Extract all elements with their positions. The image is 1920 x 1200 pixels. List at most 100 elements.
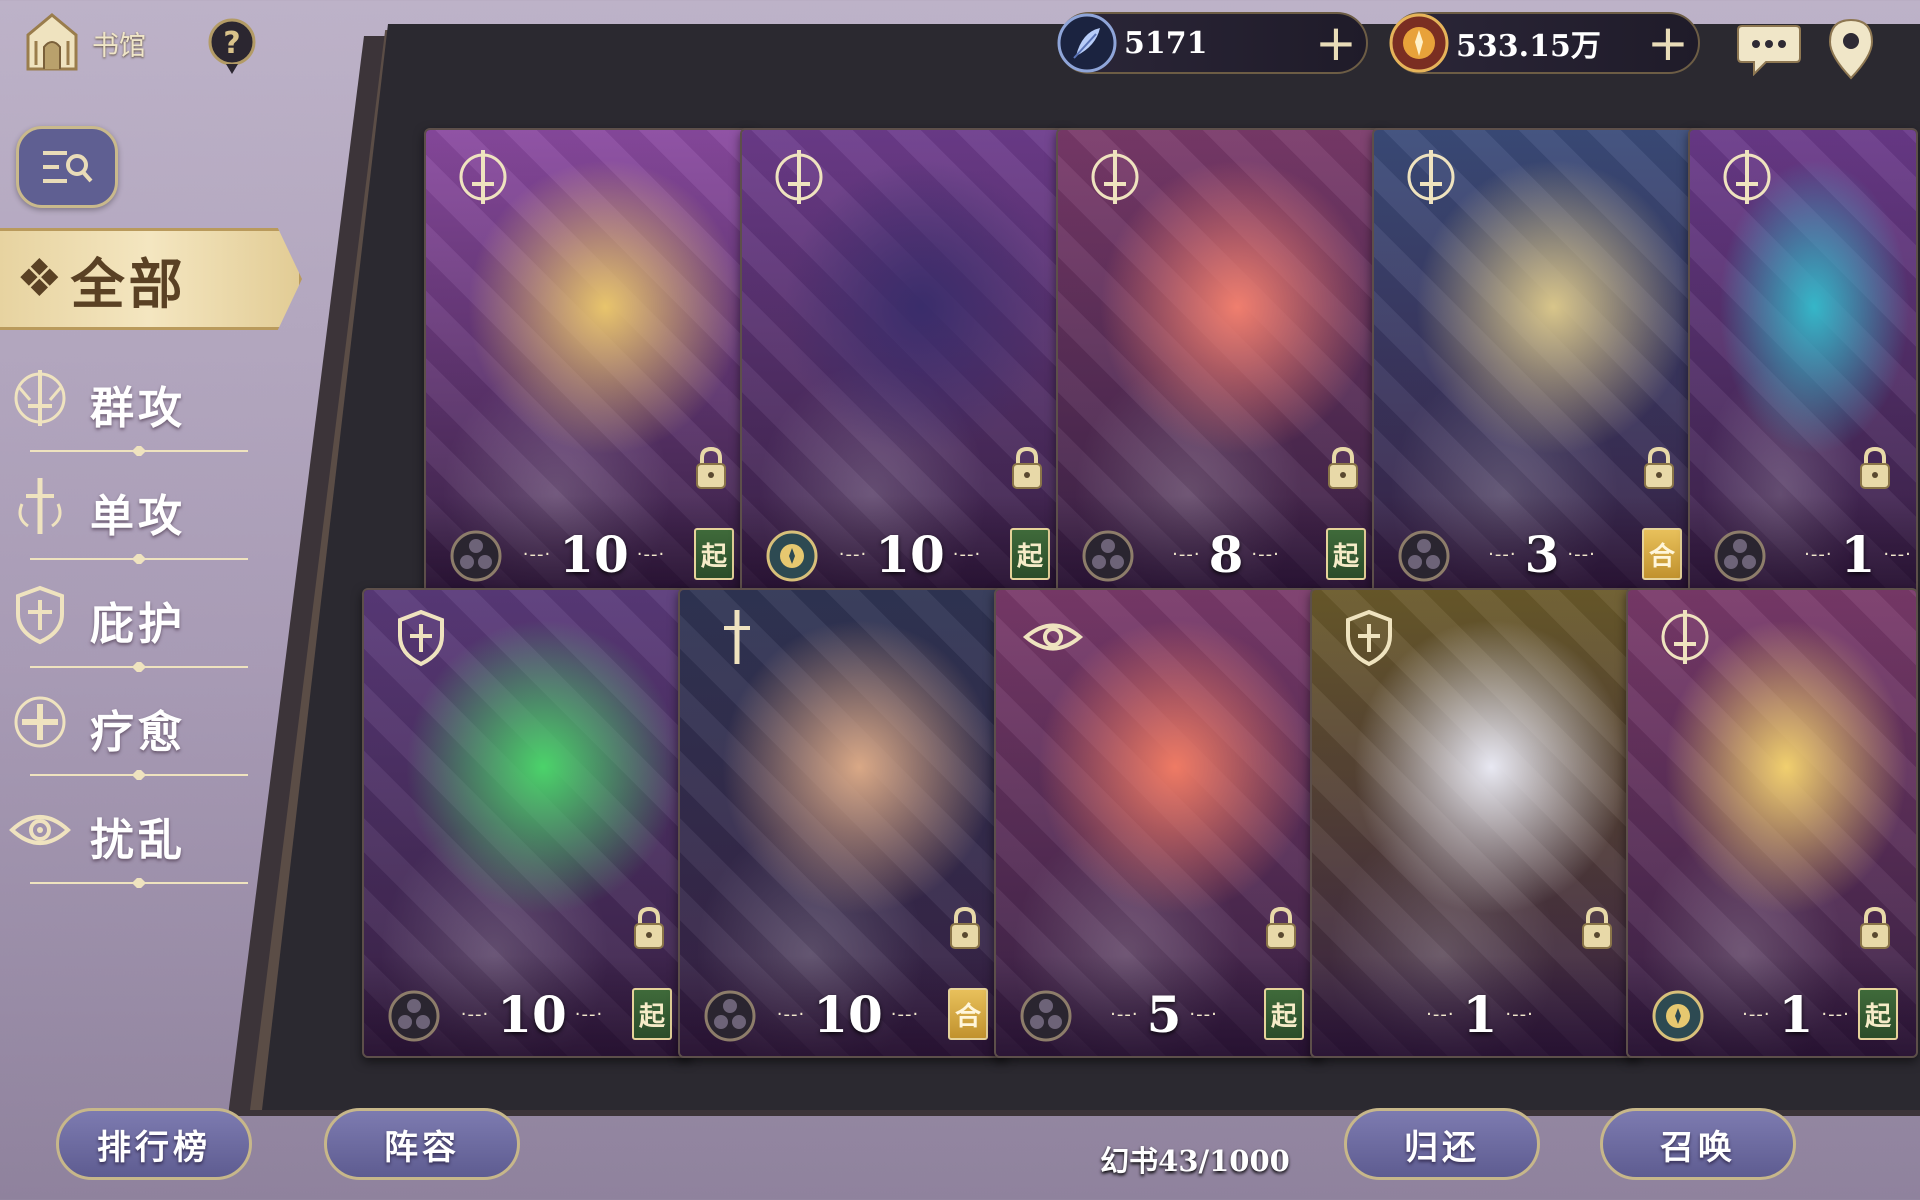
lock-icon — [634, 906, 664, 949]
sword-emblem-icon — [14, 370, 66, 426]
hero-card[interactable]: ·‐‐· 10 ·‐‐· 合 — [678, 588, 1008, 1058]
star-count: ·‐‐· 10 ·‐‐· — [506, 522, 682, 586]
dots-right: ·‐‐· — [574, 1003, 604, 1025]
dots-left: ·‐‐· — [838, 543, 868, 565]
hero-card[interactable]: ·‐‐· 1 ·‐‐· 起 — [1626, 588, 1918, 1058]
dots-right: ·‐‐· — [1821, 1003, 1850, 1025]
home-button[interactable]: 书馆 — [22, 8, 162, 78]
dots-right: ·‐‐· — [1505, 1003, 1534, 1025]
hero-card[interactable]: ·‐‐· 10 ·‐‐· 起 — [424, 128, 754, 598]
divider — [30, 878, 248, 888]
rank-badge: 起 — [632, 988, 672, 1040]
heal-cross-icon — [14, 696, 66, 748]
filter-shield[interactable]: 庇护 — [8, 576, 248, 676]
hero-card[interactable]: ·‐‐· 10 ·‐‐· 起 — [740, 128, 1070, 598]
gold-amount: 533.15万 — [1456, 29, 1601, 64]
currency-gold: 533.15万 + — [1389, 12, 1700, 74]
svg-text:?: ? — [223, 26, 240, 61]
return-button[interactable]: 归还 — [1344, 1108, 1540, 1180]
tri-orb-icon — [704, 990, 756, 1042]
sword-emblem-icon — [1723, 150, 1771, 204]
lock-icon — [1266, 906, 1296, 949]
star-count-value: 10 — [497, 984, 567, 1044]
gold-coin-icon — [1389, 13, 1449, 73]
hero-card[interactable]: ·‐‐· 1 ·‐‐· — [1310, 588, 1640, 1058]
rank-badge: 合 — [948, 988, 988, 1040]
map-pin-icon[interactable] — [1826, 16, 1876, 82]
hero-card[interactable]: ·‐‐· 8 ·‐‐· 起 — [1056, 128, 1386, 598]
dots-right: ·‐‐· — [952, 543, 982, 565]
currency-crystal: 5171 + — [1057, 12, 1368, 74]
lock-icon — [1860, 906, 1890, 949]
eye-emblem-icon — [9, 815, 71, 845]
shield-emblem-icon — [398, 609, 444, 667]
sword-emblem-icon — [1407, 150, 1455, 204]
hero-card[interactable]: ·‐‐· 1 ·‐‐· — [1688, 128, 1918, 598]
eye-emblem-icon — [1022, 623, 1084, 651]
star-count: ·‐‐· 5 ·‐‐· — [1076, 982, 1252, 1046]
tri-orb-icon — [450, 530, 502, 582]
star-count-value: 10 — [813, 984, 883, 1044]
add-gold-button[interactable]: + — [1638, 15, 1698, 71]
dagger-emblem-icon — [18, 478, 62, 534]
filter-heal[interactable]: 疗愈 — [8, 684, 248, 784]
filter-single[interactable]: 单攻 — [8, 468, 248, 568]
lock-icon — [950, 906, 980, 949]
diamond-icon: ❖ — [16, 249, 63, 309]
filter-aoe-label: 群攻 — [90, 383, 186, 434]
star-count-value: 10 — [875, 524, 945, 584]
tri-orb-icon — [1714, 530, 1766, 582]
filter-heal-label: 疗愈 — [90, 707, 186, 758]
star-count-value: 1 — [1778, 984, 1814, 1044]
sword-emblem-icon — [459, 150, 507, 204]
library-home-icon — [26, 13, 78, 71]
rank-badge: 合 — [1642, 528, 1682, 580]
medal-emblem-icon — [766, 530, 818, 582]
rank-badge: 起 — [1858, 988, 1898, 1040]
filter-disrupt-label: 扰乱 — [90, 815, 186, 866]
dots-right: ·‐‐· — [890, 1003, 920, 1025]
lock-icon — [696, 446, 726, 489]
star-count: ·‐‐· 3 ·‐‐· — [1454, 522, 1630, 586]
dots-left: ·‐‐· — [1172, 543, 1201, 565]
hero-card[interactable]: ·‐‐· 5 ·‐‐· 起 — [994, 588, 1324, 1058]
hero-card[interactable]: ·‐‐· 10 ·‐‐· 起 — [362, 588, 692, 1058]
rank-badge: 起 — [1326, 528, 1366, 580]
dots-left: ·‐‐· — [1110, 1003, 1139, 1025]
filter-all[interactable]: ❖ 全部 — [0, 228, 302, 330]
star-count: ·‐‐· 1 ·‐‐· — [1770, 522, 1916, 586]
shield-emblem-icon — [16, 585, 64, 645]
divider — [30, 770, 248, 780]
add-crystal-button[interactable]: + — [1306, 15, 1366, 71]
filter-aoe[interactable]: 群攻 — [8, 360, 248, 460]
star-count: ·‐‐· 8 ·‐‐· — [1138, 522, 1314, 586]
tri-orb-icon — [1020, 990, 1072, 1042]
summon-button[interactable]: 召唤 — [1600, 1108, 1796, 1180]
ranking-button[interactable]: 排行榜 — [56, 1108, 252, 1180]
star-count-value: 8 — [1208, 524, 1244, 584]
crystal-feather-icon — [1057, 13, 1117, 73]
hero-card[interactable]: ·‐‐· 3 ·‐‐· 合 — [1372, 128, 1702, 598]
rank-badge: 起 — [694, 528, 734, 580]
help-icon[interactable]: ? — [206, 16, 258, 76]
chat-icon[interactable] — [1736, 22, 1802, 76]
filter-disrupt[interactable]: 扰乱 — [8, 792, 248, 892]
star-count-value: 3 — [1524, 524, 1560, 584]
lock-icon — [1328, 446, 1358, 489]
star-count-value: 10 — [559, 524, 629, 584]
dots-right: ·‐‐· — [1567, 543, 1596, 565]
dots-left: ·‐‐· — [776, 1003, 806, 1025]
star-count: ·‐‐· 1 ·‐‐· — [1392, 982, 1568, 1046]
crystal-amount: 5171 — [1124, 25, 1208, 61]
lineup-button[interactable]: 阵容 — [324, 1108, 520, 1180]
filter-search-button[interactable] — [16, 126, 118, 208]
filter-all-label: 全部 — [70, 251, 187, 316]
lock-icon — [1644, 446, 1674, 489]
rank-badge: 起 — [1264, 988, 1304, 1040]
star-count: ·‐‐· 10 ·‐‐· — [760, 982, 936, 1046]
shield-emblem-icon — [1346, 609, 1392, 667]
star-count-value: 1 — [1462, 984, 1498, 1044]
dots-right: ·‐‐· — [1883, 543, 1912, 565]
tri-orb-icon — [1082, 530, 1134, 582]
sword-emblem-icon — [775, 150, 823, 204]
